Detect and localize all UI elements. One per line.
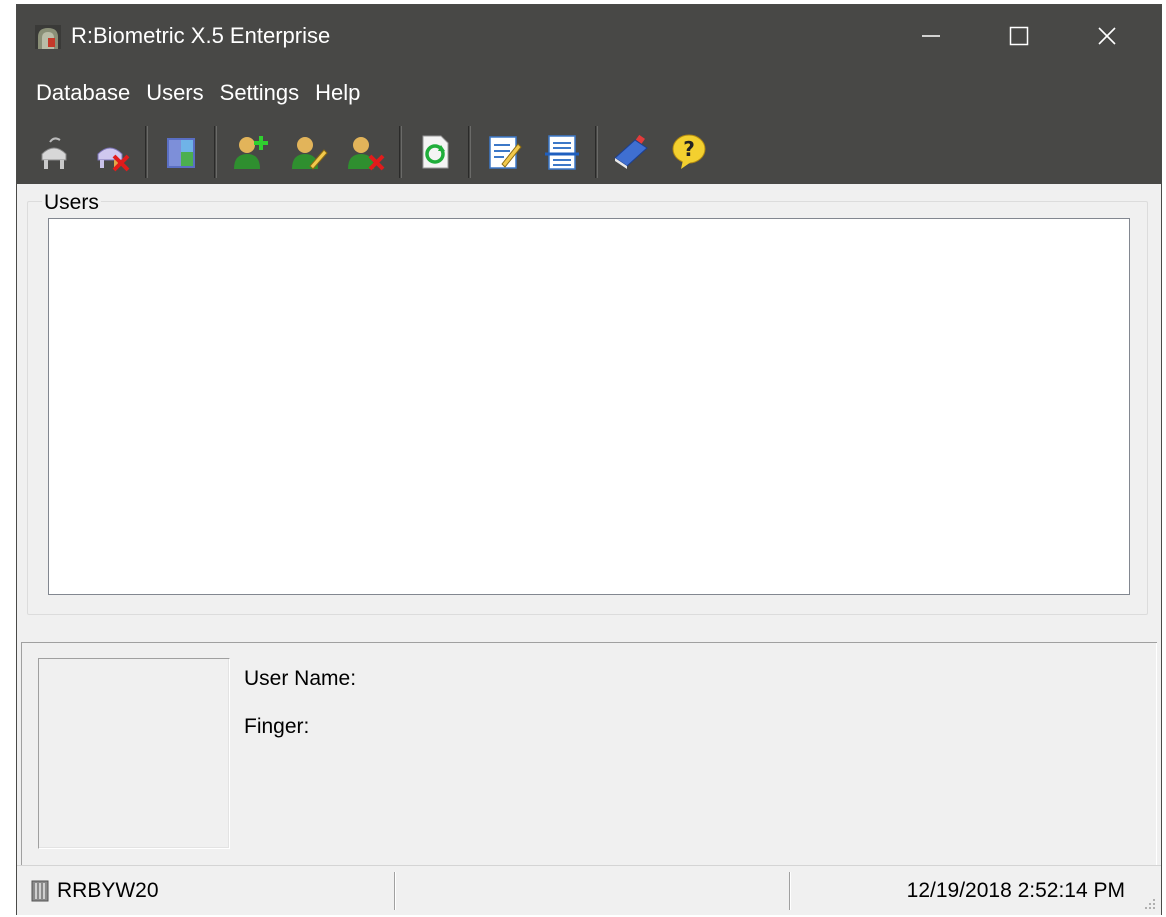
minimize-icon: [922, 35, 940, 37]
status-device-name: RRBYW20: [57, 879, 159, 902]
close-button[interactable]: [1063, 5, 1151, 67]
toolbar-separator: [214, 125, 217, 178]
menu-bar: Database Users Settings Help: [17, 67, 1161, 119]
status-divider: [789, 872, 791, 910]
menu-settings[interactable]: Settings: [212, 80, 308, 106]
finger-label: Finger:: [244, 715, 310, 738]
fingerprint-image-box: [38, 658, 230, 849]
users-group-label: Users: [42, 191, 101, 214]
refresh-icon: [422, 135, 449, 168]
minimize-button[interactable]: [887, 5, 975, 67]
status-divider: [394, 872, 396, 910]
add-user-button[interactable]: [221, 124, 279, 180]
scanner-connect-icon: [41, 136, 67, 169]
menu-help[interactable]: Help: [307, 80, 368, 106]
toolbar-separator: [468, 125, 471, 178]
app-window: R:Biometric X.5 Enterprise Database User…: [16, 4, 1162, 915]
door-button[interactable]: [152, 124, 210, 180]
toolbar-separator: [595, 125, 598, 178]
panel-splitter[interactable]: [21, 625, 1157, 643]
app-logo-icon: [35, 25, 61, 49]
device-icon: [31, 880, 49, 902]
window-title: R:Biometric X.5 Enterprise: [71, 23, 331, 48]
door-icon: [167, 137, 195, 168]
menu-users[interactable]: Users: [138, 80, 211, 106]
status-datetime: 12/19/2018 2:52:14 PM: [906, 879, 1125, 902]
delete-user-icon: [348, 136, 385, 170]
disconnect-scanner-button[interactable]: [83, 124, 141, 180]
help-button[interactable]: ?: [660, 124, 718, 180]
edit-document-button[interactable]: [475, 124, 533, 180]
title-bar[interactable]: R:Biometric X.5 Enterprise: [17, 5, 1161, 67]
status-device-pane: RRBYW20: [31, 872, 159, 910]
help-icon: ?: [672, 134, 706, 169]
resize-grip-icon[interactable]: [1141, 895, 1157, 911]
list-document-icon: [545, 134, 579, 170]
close-icon: [1098, 27, 1116, 45]
maximize-icon: [1009, 26, 1029, 46]
toolbar-separator: [145, 125, 148, 178]
toolbar-separator: [399, 125, 402, 178]
book-button[interactable]: [602, 124, 660, 180]
edit-document-icon: [489, 135, 522, 169]
edit-user-icon: [292, 136, 328, 170]
maximize-button[interactable]: [975, 5, 1063, 67]
status-bar: RRBYW20 12/19/2018 2:52:14 PM: [17, 865, 1161, 915]
connect-scanner-button[interactable]: [25, 124, 83, 180]
delete-user-button[interactable]: [337, 124, 395, 180]
svg-text:?: ?: [683, 137, 695, 161]
menu-database[interactable]: Database: [28, 80, 138, 106]
users-group: Users: [27, 192, 1148, 615]
users-list[interactable]: [48, 218, 1130, 595]
user-details-panel: User Name: Finger:: [21, 643, 1157, 865]
book-icon: [614, 134, 648, 169]
refresh-button[interactable]: [406, 124, 464, 180]
toolbar: ?: [17, 119, 1161, 184]
edit-user-button[interactable]: [279, 124, 337, 180]
list-document-button[interactable]: [533, 124, 591, 180]
user-name-label: User Name:: [244, 667, 357, 690]
scanner-disconnect-icon: [97, 147, 130, 171]
add-user-icon: [234, 135, 268, 169]
